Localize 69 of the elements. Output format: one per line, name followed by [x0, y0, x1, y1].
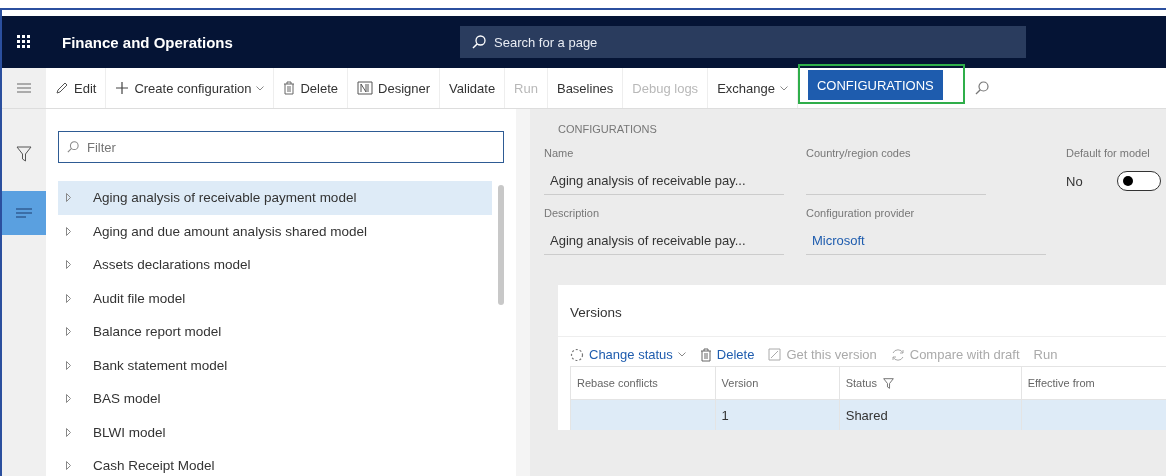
tree-item[interactable]: BLWI model: [58, 415, 492, 449]
refresh-icon: [890, 347, 905, 362]
card-title: Versions: [570, 305, 622, 320]
app-launcher-icon[interactable]: [17, 35, 31, 49]
expand-icon[interactable]: [66, 394, 71, 404]
field-label: Configuration provider: [806, 207, 916, 219]
tree-item[interactable]: Aging and due amount analysis shared model: [58, 214, 492, 248]
field-label: Country/region codes: [806, 147, 912, 159]
provider-link[interactable]: Microsoft: [812, 233, 865, 248]
field-label: Description: [544, 207, 601, 219]
expand-icon[interactable]: [66, 327, 71, 337]
pencil-icon: [55, 81, 69, 95]
caret-icon: [677, 352, 686, 357]
toolbar-button[interactable]: Baselines: [547, 68, 624, 108]
scrollbar-thumb[interactable]: [498, 185, 504, 305]
toolbar-button[interactable]: Validate: [440, 68, 506, 108]
expand-icon[interactable]: [66, 193, 71, 203]
filter-icon[interactable]: [882, 377, 894, 389]
filter-icon[interactable]: [16, 146, 32, 162]
column-header[interactable]: Version: [715, 366, 840, 400]
edit-box-icon: [768, 348, 782, 361]
table-cell: Shared: [839, 399, 1022, 430]
toolbar-button[interactable]: Designer: [348, 68, 441, 108]
table-cell: 1: [715, 399, 840, 430]
field-label: Name: [544, 147, 575, 159]
tree-item[interactable]: Audit file model: [58, 281, 492, 315]
toolbar-button[interactable]: Create configuration: [106, 68, 275, 108]
tree-item[interactable]: Balance report model: [58, 315, 492, 349]
toggle-value: No: [1066, 173, 1083, 189]
toolbar-button[interactable]: Delete: [274, 68, 349, 108]
app-title: Finance and Operations: [62, 33, 234, 51]
column-header[interactable]: Rebase conflicts: [570, 366, 716, 400]
description-field[interactable]: Aging analysis of receivable pay...: [544, 227, 784, 255]
filter-field[interactable]: Filter: [58, 131, 504, 163]
plus-icon: [115, 81, 130, 95]
tree-item[interactable]: Cash Receipt Model: [58, 449, 492, 476]
action-button[interactable]: Change status: [570, 347, 686, 362]
column-header[interactable]: Effective from: [1021, 366, 1166, 400]
caret-icon: [256, 85, 265, 91]
trash-icon: [283, 81, 296, 95]
search-icon[interactable]: [974, 81, 989, 95]
toolbar-button[interactable]: Edit: [46, 68, 107, 108]
toolbar-button[interactable]: Exchange: [708, 68, 798, 108]
tree-item[interactable]: Bank statement model: [58, 348, 492, 382]
column-header[interactable]: Status: [839, 366, 1022, 400]
tree-item[interactable]: Aging analysis of receivable payment model: [58, 181, 492, 215]
toggle-switch[interactable]: [1116, 171, 1161, 191]
expand-icon[interactable]: [66, 360, 71, 370]
designer-icon: [357, 81, 374, 95]
menu-icon[interactable]: [17, 83, 31, 93]
search-icon: [472, 35, 486, 49]
tree-item[interactable]: Assets declarations model: [58, 248, 492, 282]
provider-field[interactable]: Microsoft: [806, 227, 1046, 255]
expand-icon[interactable]: [66, 461, 71, 471]
expand-icon[interactable]: [66, 293, 71, 303]
section-title: CONFIGURATIONS: [558, 123, 658, 135]
search-field[interactable]: Search for a page: [460, 26, 1026, 58]
caret-icon: [779, 85, 788, 91]
toolbar-tab[interactable]: CONFIGURATIONS: [807, 70, 943, 100]
name-field[interactable]: Aging analysis of receivable pay...: [544, 167, 784, 195]
expand-icon[interactable]: [66, 260, 71, 270]
action-button[interactable]: Delete: [699, 347, 755, 362]
list-icon[interactable]: [16, 208, 32, 218]
trash-icon: [699, 347, 712, 362]
expand-icon[interactable]: [66, 427, 71, 437]
expand-icon[interactable]: [66, 226, 71, 236]
dashed-circle-icon: [570, 347, 584, 362]
tree-item[interactable]: BAS model: [58, 382, 492, 416]
field-label: Default for model: [1066, 147, 1151, 159]
